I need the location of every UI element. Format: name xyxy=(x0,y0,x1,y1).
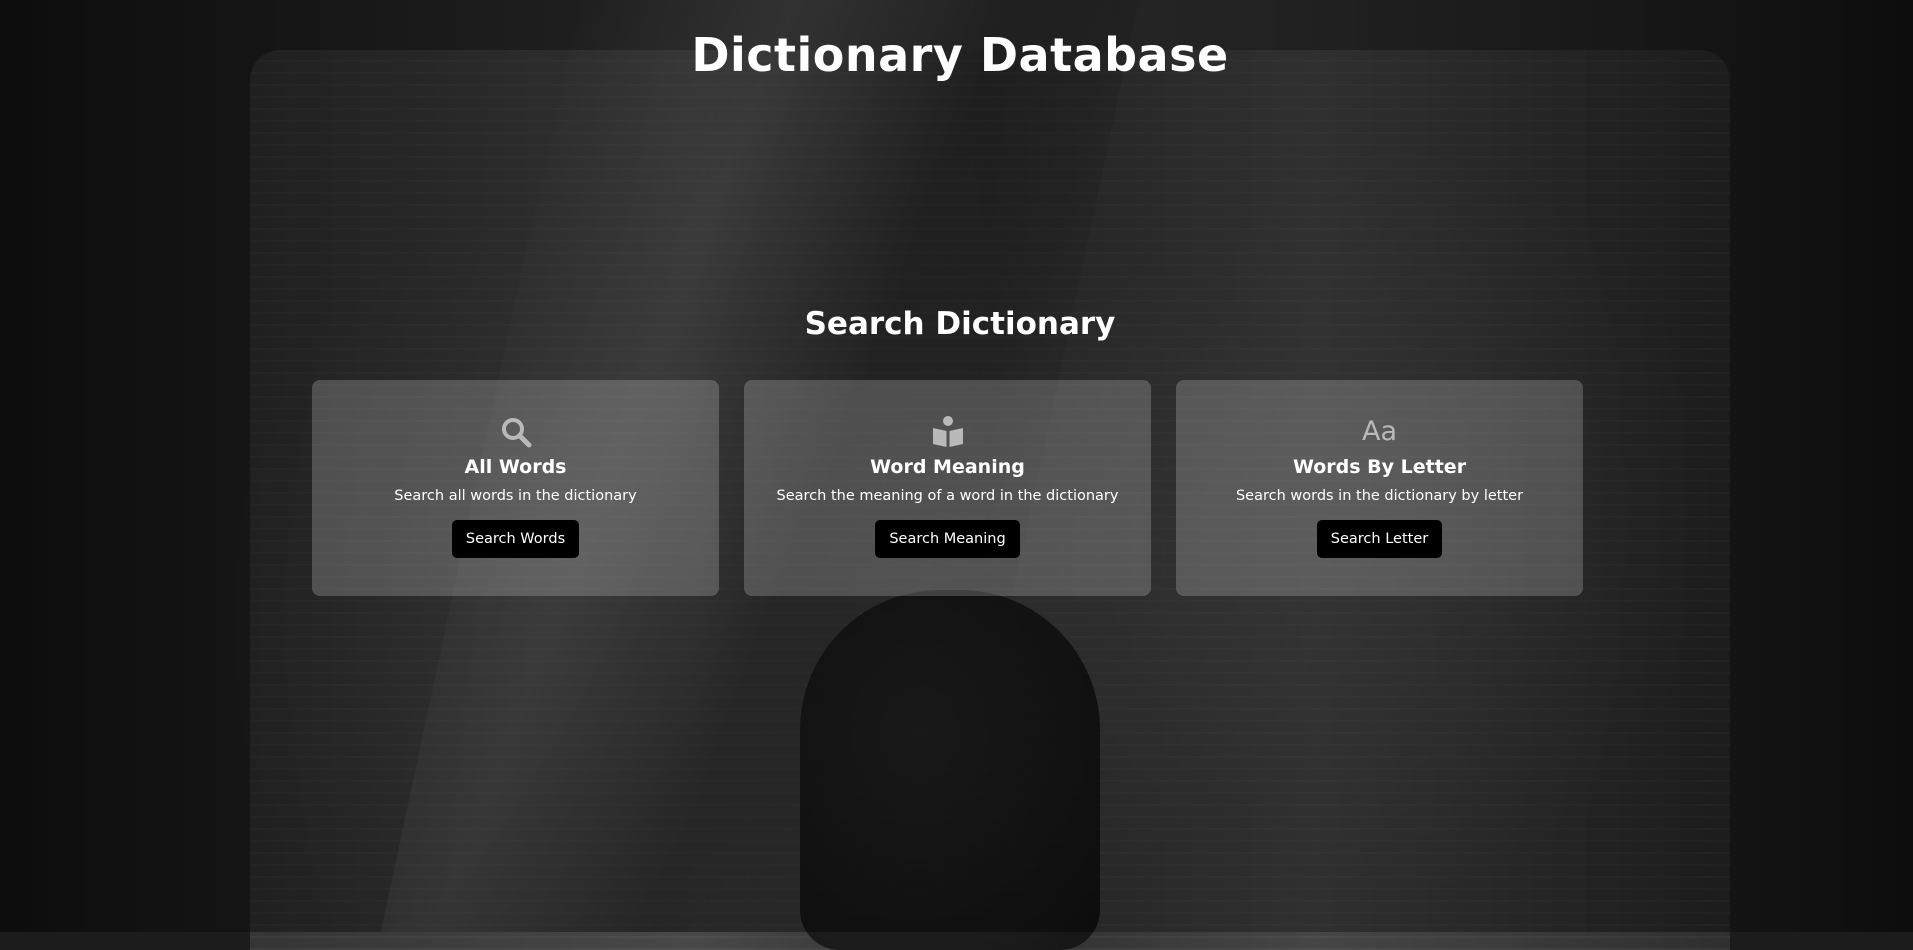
card-description: Search all words in the dictionary xyxy=(394,488,637,504)
page-content: Dictionary Database Search Dictionary Al… xyxy=(0,0,1913,932)
card-description: Search the meaning of a word in the dict… xyxy=(776,488,1119,504)
search-words-button[interactable]: Search Words xyxy=(451,520,580,558)
search-meaning-button[interactable]: Search Meaning xyxy=(875,520,1020,558)
card-title: Words By Letter xyxy=(1292,456,1467,478)
card-description: Search words in the dictionary by letter xyxy=(1235,488,1524,504)
card-words-by-letter: Aa Words By Letter Search words in the d… xyxy=(1176,380,1583,596)
card-title: Word Meaning xyxy=(870,456,1025,478)
search-letter-button[interactable]: Search Letter xyxy=(1316,520,1443,558)
site-title: Dictionary Database xyxy=(691,28,1229,82)
font-case-icon: Aa xyxy=(1361,416,1397,447)
card-word-meaning: Word Meaning Search the meaning of a wor… xyxy=(744,380,1151,596)
card-all-words: All Words Search all words in the dictio… xyxy=(312,380,719,596)
search-icon xyxy=(498,414,534,450)
book-reader-icon xyxy=(930,414,966,450)
section-title: Search Dictionary xyxy=(804,306,1116,342)
search-options: All Words Search all words in the dictio… xyxy=(312,380,1583,596)
card-title: All Words xyxy=(464,456,567,478)
